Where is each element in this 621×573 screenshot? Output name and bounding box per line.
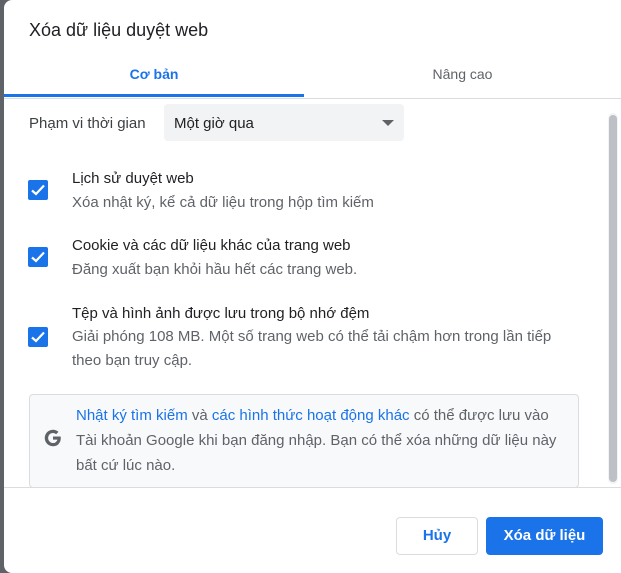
other-activity-link[interactable]: các hình thức hoạt động khác (212, 407, 410, 424)
google-g-icon (44, 429, 61, 447)
option-title: Tệp và hình ảnh được lưu trong bộ nhớ đệ… (72, 305, 370, 322)
tab-advanced[interactable]: Nâng cao (304, 52, 621, 97)
search-history-link[interactable]: Nhật ký tìm kiếm (76, 407, 188, 424)
scrollbar-thumb[interactable] (609, 115, 617, 482)
cache-checkbox[interactable] (28, 327, 48, 347)
option-description: Giải phóng 108 MB. Một số trang web có t… (72, 328, 552, 369)
chevron-down-icon (382, 120, 394, 126)
time-range-select[interactable]: Một giờ qua (164, 104, 404, 141)
option-description: Đăng xuất bạn khỏi hầu hết các trang web… (72, 261, 358, 278)
time-range-label: Phạm vi thời gian (29, 115, 146, 132)
google-account-info-box: Nhật ký tìm kiếm và các hình thức hoạt đ… (29, 394, 579, 487)
option-cookies: Cookie và các dữ liệu khác của trang web… (4, 232, 604, 282)
active-tab-indicator (4, 94, 304, 97)
check-icon (31, 251, 45, 263)
clear-data-button[interactable]: Xóa dữ liệu (486, 517, 603, 555)
time-range-value: Một giờ qua (174, 115, 254, 132)
dialog-title: Xóa dữ liệu duyệt web (29, 20, 209, 40)
dialog-content: Phạm vi thời gian Một giờ qua Lịch sử du… (4, 99, 604, 487)
footer-divider (4, 487, 621, 488)
content-scrollbar[interactable] (608, 113, 618, 484)
option-title: Lịch sử duyệt web (72, 170, 194, 187)
check-icon (31, 184, 45, 196)
info-text: Nhật ký tìm kiếm và các hình thức hoạt đ… (76, 403, 572, 478)
check-icon (31, 331, 45, 343)
option-browsing-history: Lịch sử duyệt web Xóa nhật ký, kể cả dữ … (4, 165, 604, 215)
cookies-checkbox[interactable] (28, 247, 48, 267)
clear-browsing-data-dialog: Xóa dữ liệu duyệt web Cơ bản Nâng cao Ph… (4, 0, 621, 573)
cancel-button[interactable]: Hủy (396, 517, 478, 555)
option-title: Cookie và các dữ liệu khác của trang web (72, 237, 351, 254)
browsing-history-checkbox[interactable] (28, 180, 48, 200)
tab-bar: Cơ bản Nâng cao (4, 52, 621, 99)
option-cache: Tệp và hình ảnh được lưu trong bộ nhớ đệ… (4, 299, 604, 379)
option-description: Xóa nhật ký, kể cả dữ liệu trong hộp tìm… (72, 194, 374, 211)
tab-basic[interactable]: Cơ bản (4, 52, 304, 97)
info-and: và (191, 407, 208, 424)
